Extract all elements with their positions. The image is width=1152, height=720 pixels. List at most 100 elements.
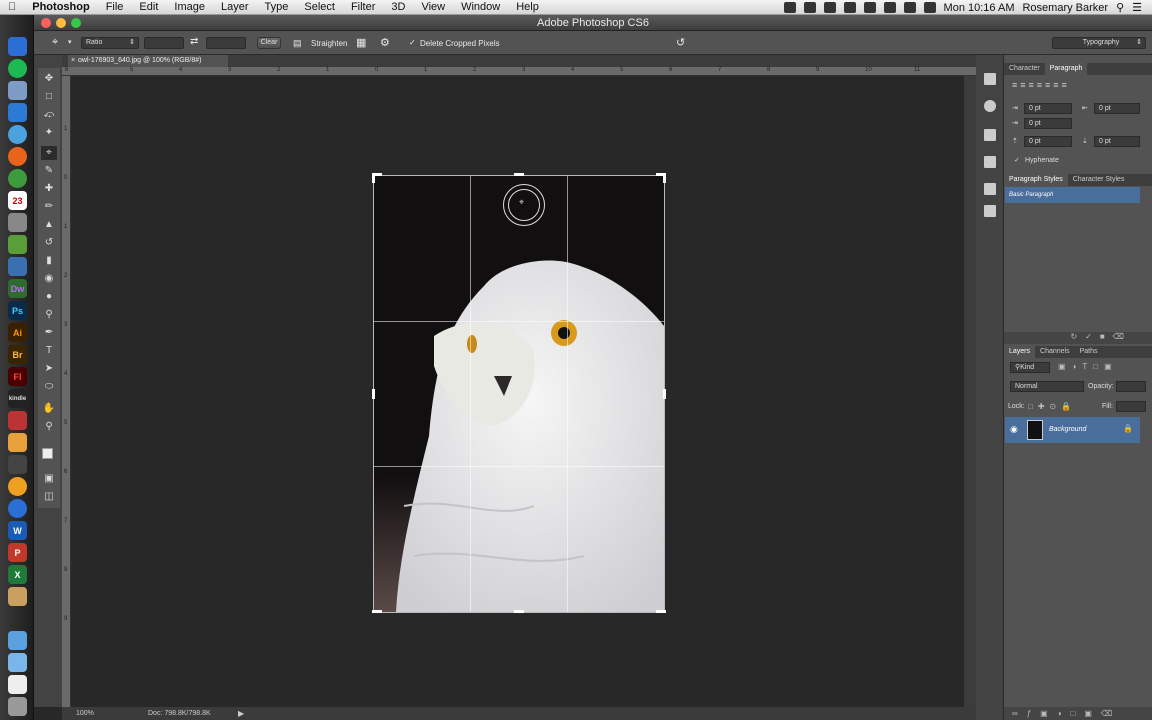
volume-icon[interactable] [883,2,896,13]
crop-tool-active-icon[interactable]: ⌖ [41,146,57,160]
vlc-icon[interactable] [8,477,27,496]
folder-icon[interactable] [8,631,27,650]
app-icon-brown[interactable] [8,587,27,606]
excel-icon[interactable]: X [8,565,27,584]
crop-box[interactable] [373,175,665,613]
kindle-icon[interactable]: kindle [8,389,27,408]
hand-tool-icon[interactable]: ✋ [41,402,57,416]
quick-mask-icon[interactable]: ▣ [41,472,57,486]
swap-icon[interactable]: ⇄ [190,36,198,47]
tab-paths[interactable]: Paths [1075,346,1103,358]
brush-panel-icon[interactable] [984,156,996,168]
crop-handle-left[interactable] [372,389,375,399]
layer-filter-icons[interactable]: ▣◑T□▣ [1058,362,1118,371]
zoom-window-icon[interactable] [71,18,81,28]
spotify-icon[interactable] [8,59,27,78]
dreamweaver-icon[interactable]: Dw [8,279,27,298]
pen-tool-icon[interactable] [8,257,27,276]
menu-select[interactable]: Select [296,0,343,15]
style-basic-paragraph[interactable]: Basic Paragraph [1005,187,1140,203]
crop-handle-top[interactable] [514,173,524,176]
opacity-input[interactable] [1116,381,1146,392]
type-tool-icon[interactable]: T [41,344,57,358]
pen-tool-icon[interactable]: ✒ [41,326,57,340]
menu-photoshop[interactable]: Photoshop [24,0,97,15]
powerpoint-icon[interactable]: P [8,543,27,562]
apple-icon[interactable]:  [0,0,24,15]
crop-handle-top-right[interactable] [663,173,666,183]
info-panel-icon[interactable] [984,100,996,112]
wifi-icon[interactable] [863,2,876,13]
foreground-color-swatch[interactable] [42,448,53,459]
downloads-folder-icon[interactable] [8,653,27,672]
menu-type[interactable]: Type [257,0,297,15]
menu-window[interactable]: Window [453,0,508,15]
sync-icon[interactable] [803,2,816,13]
lock-icons[interactable]: □✚⊙🔒 [1028,402,1076,411]
blur-tool-icon[interactable]: ● [41,290,57,304]
chrome-icon[interactable] [8,169,27,188]
tool-preset-chevron-icon[interactable]: ▾ [68,38,72,46]
history-panel-icon[interactable] [984,73,996,85]
flag-icon[interactable] [923,2,936,13]
app-icon-red[interactable] [8,411,27,430]
menu-help[interactable]: Help [508,0,547,15]
numbers-icon[interactable] [8,235,27,254]
document-tab[interactable]: × owl-176903_640.jpg @ 100% (RGB/8#) [68,55,228,67]
menu-filter[interactable]: Filter [343,0,383,15]
paragraph-alignment-buttons[interactable]: ≡≡≡≡≡≡≡ [1012,80,1070,90]
tab-channels[interactable]: Channels [1035,346,1075,358]
finder-icon[interactable] [8,37,27,56]
pencil-app-icon[interactable] [8,433,27,452]
clear-button[interactable]: Clear [257,37,281,49]
crop-handle-bottom-right[interactable] [656,610,666,613]
straighten-icon[interactable]: ▤ [293,38,302,49]
brush-tool-icon[interactable]: ✏ [41,200,57,214]
bridge-icon[interactable]: Br [8,345,27,364]
user-name[interactable]: Rosemary Barker [1022,2,1108,14]
space-before-input[interactable]: 0 pt [1024,136,1072,147]
notification-icon[interactable]: ☰ [1132,1,1142,14]
swatches-panel-icon[interactable] [984,129,996,141]
photo-booth-icon[interactable] [8,213,27,232]
vertical-scrollbar[interactable] [964,76,976,707]
tab-character-styles[interactable]: Character Styles [1068,174,1130,186]
display-icon[interactable] [843,2,856,13]
healing-brush-tool-icon[interactable]: ✚ [41,182,57,196]
eraser-tool-icon[interactable]: ▮ [41,254,57,268]
delete-cropped-checkbox[interactable]: ✓ [409,38,416,47]
history-brush-tool-icon[interactable]: ↺ [41,236,57,250]
safari-icon[interactable] [8,125,27,144]
calendar-icon[interactable]: 23 [8,191,27,210]
paint-bucket-tool-icon[interactable]: ◉ [41,272,57,286]
eye-visibility-icon[interactable]: ◉ [1010,424,1018,435]
move-tool-icon[interactable]: ✥ [41,72,57,86]
status-menu-arrow-icon[interactable]: ▶ [238,709,244,718]
lasso-tool-icon[interactable]: ⤽ [41,108,57,122]
crop-handle-top-left[interactable] [372,173,375,183]
hyphenate-checkbox[interactable]: ✓ [1014,156,1020,164]
menu-file[interactable]: File [98,0,132,15]
path-selection-tool-icon[interactable]: ➤ [41,362,57,376]
character-panel-icon[interactable] [984,183,996,195]
app-store-icon[interactable] [8,499,27,518]
minimize-window-icon[interactable] [56,18,66,28]
menu-layer[interactable]: Layer [213,0,257,15]
workspace-select[interactable]: Typography ⇕ [1052,37,1146,49]
tab-paragraph[interactable]: Paragraph [1044,63,1088,75]
close-tab-icon[interactable]: × [71,55,75,67]
document-icon[interactable] [8,675,27,694]
blend-mode-select[interactable]: Normal [1010,381,1084,392]
eyedropper-tool-icon[interactable]: ✎ [41,164,57,178]
ratio-select[interactable]: Ratio ⇕ [81,37,139,49]
menu-edit[interactable]: Edit [131,0,166,15]
width-input[interactable] [144,37,184,49]
height-input[interactable] [206,37,246,49]
preview-icon[interactable] [8,81,27,100]
crop-handle-right[interactable] [663,389,666,399]
dodge-tool-icon[interactable]: ⚲ [41,308,57,322]
illustrator-icon[interactable]: Ai [8,323,27,342]
magic-wand-tool-icon[interactable]: ✦ [41,126,57,140]
settings-gear-icon[interactable]: ⚙ [380,36,390,49]
shape-tool-icon[interactable]: ⬭ [41,380,57,394]
